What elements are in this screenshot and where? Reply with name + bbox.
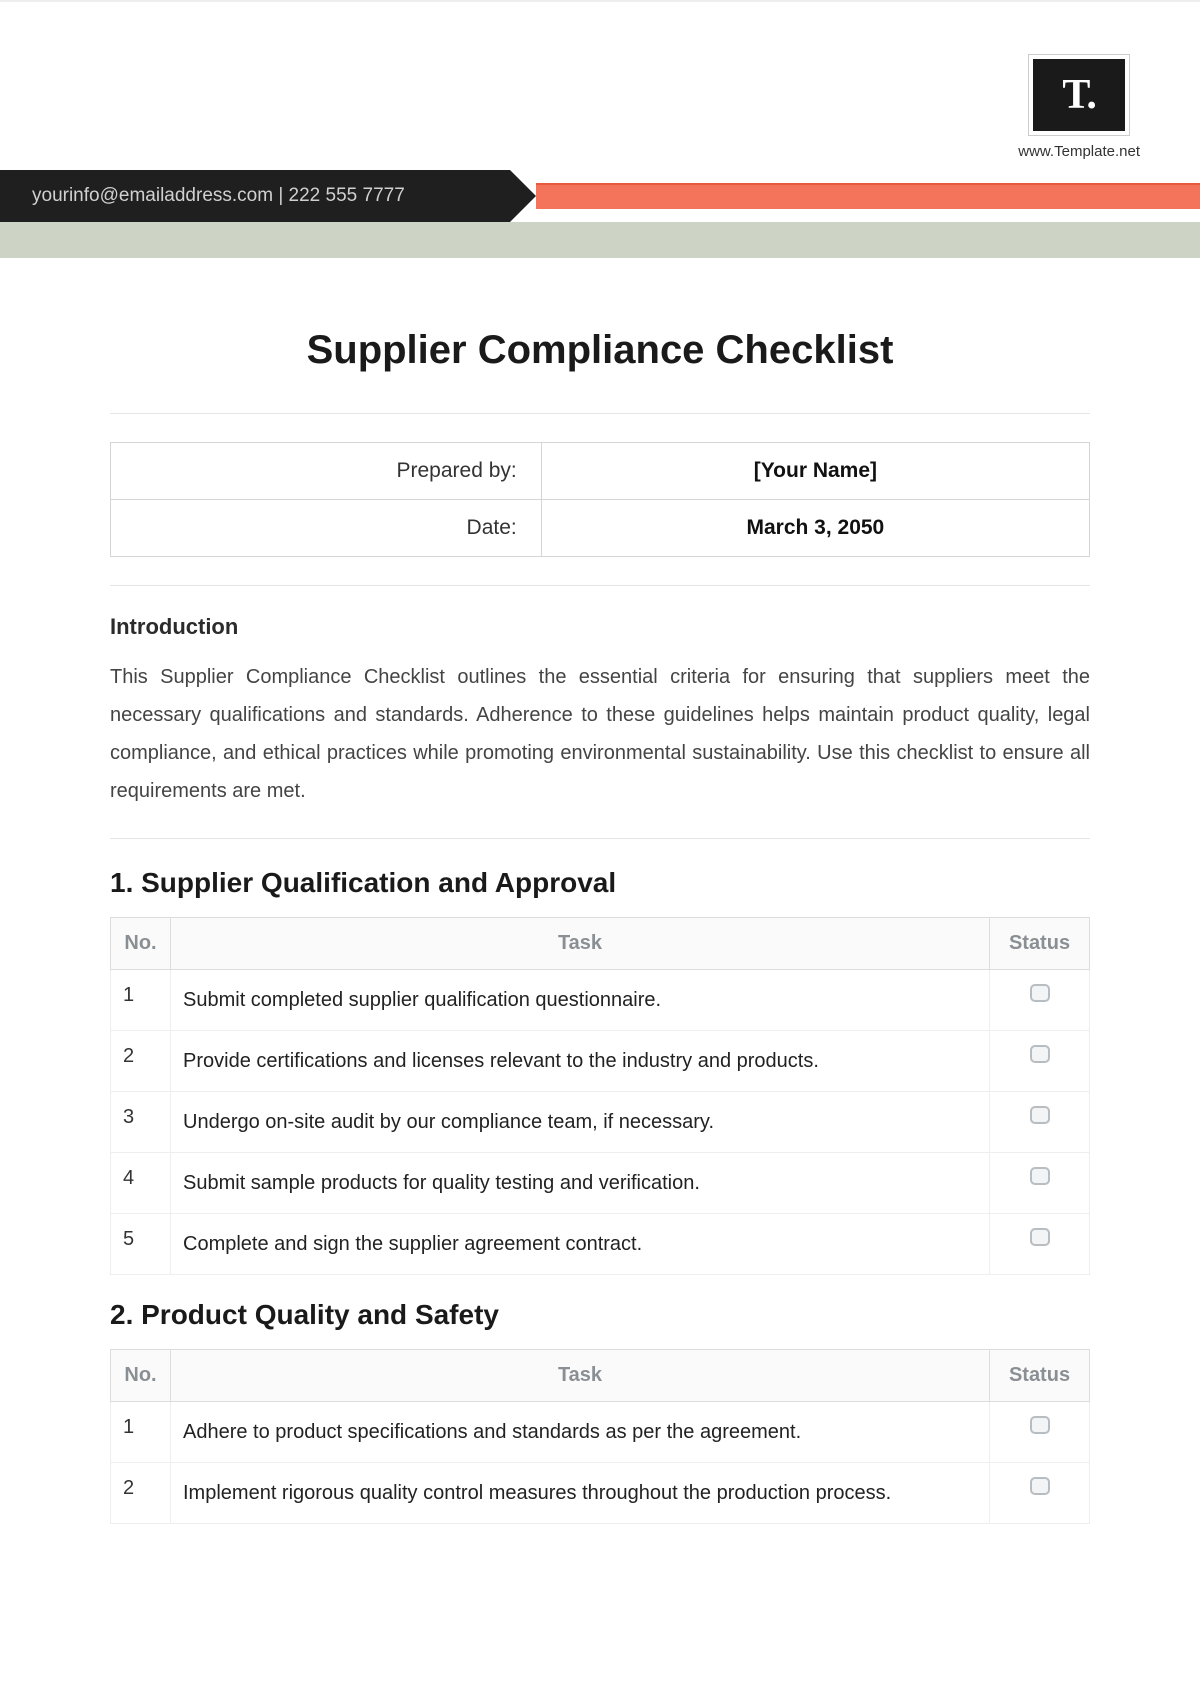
col-task: Task <box>171 1350 990 1402</box>
tasks-table-2: No. Task Status 1 Adhere to product spec… <box>110 1349 1090 1524</box>
row-task: Implement rigorous quality control measu… <box>171 1463 990 1524</box>
prepared-label: Prepared by: <box>111 443 542 500</box>
row-status <box>990 970 1090 1031</box>
row-task: Submit sample products for quality testi… <box>171 1153 990 1214</box>
checkbox-icon[interactable] <box>1030 984 1050 1002</box>
meta-row-date: Date: March 3, 2050 <box>111 500 1090 557</box>
row-no: 3 <box>111 1092 171 1153</box>
table-row: 1 Adhere to product specifications and s… <box>111 1402 1090 1463</box>
intro-text: This Supplier Compliance Checklist outli… <box>110 658 1090 810</box>
logo-icon: T. <box>1029 55 1129 135</box>
row-task: Submit completed supplier qualification … <box>171 970 990 1031</box>
row-task: Adhere to product specifications and sta… <box>171 1402 990 1463</box>
brand-logo-block: T. www.Template.net <box>1018 55 1140 160</box>
checkbox-icon[interactable] <box>1030 1228 1050 1246</box>
row-no: 5 <box>111 1214 171 1275</box>
date-value: March 3, 2050 <box>541 500 1089 557</box>
col-status: Status <box>990 918 1090 970</box>
row-no: 1 <box>111 1402 171 1463</box>
checkbox-icon[interactable] <box>1030 1045 1050 1063</box>
row-no: 2 <box>111 1463 171 1524</box>
content-area: Supplier Compliance Checklist Prepared b… <box>0 258 1200 1564</box>
tasks-table-1: No. Task Status 1 Submit completed suppl… <box>110 917 1090 1275</box>
col-status: Status <box>990 1350 1090 1402</box>
header-ribbon: yourinfo@emailaddress.com | 222 555 7777 <box>0 170 1200 222</box>
row-task: Undergo on-site audit by our compliance … <box>171 1092 990 1153</box>
table-header-row: No. Task Status <box>111 1350 1090 1402</box>
row-status <box>990 1402 1090 1463</box>
contact-ribbon: yourinfo@emailaddress.com | 222 555 7777 <box>0 170 510 222</box>
row-status <box>990 1092 1090 1153</box>
logo-url: www.Template.net <box>1018 143 1140 160</box>
top-margin <box>0 0 1200 40</box>
table-row: 3 Undergo on-site audit by our complianc… <box>111 1092 1090 1153</box>
col-no: No. <box>111 1350 171 1402</box>
intro-heading: Introduction <box>110 614 1090 640</box>
row-task: Complete and sign the supplier agreement… <box>171 1214 990 1275</box>
divider <box>110 585 1090 586</box>
sage-band <box>0 222 1200 258</box>
row-status <box>990 1214 1090 1275</box>
row-no: 2 <box>111 1031 171 1092</box>
col-no: No. <box>111 918 171 970</box>
checkbox-icon[interactable] <box>1030 1477 1050 1495</box>
col-task: Task <box>171 918 990 970</box>
table-row: 5 Complete and sign the supplier agreeme… <box>111 1214 1090 1275</box>
row-status <box>990 1463 1090 1524</box>
table-row: 4 Submit sample products for quality tes… <box>111 1153 1090 1214</box>
row-status <box>990 1031 1090 1092</box>
row-task: Provide certifications and licenses rele… <box>171 1031 990 1092</box>
row-no: 1 <box>111 970 171 1031</box>
meta-table: Prepared by: [Your Name] Date: March 3, … <box>110 442 1090 557</box>
document-page: T. www.Template.net yourinfo@emailaddres… <box>0 0 1200 1700</box>
table-row: 2 Implement rigorous quality control mea… <box>111 1463 1090 1524</box>
prepared-value: [Your Name] <box>541 443 1089 500</box>
row-no: 4 <box>111 1153 171 1214</box>
table-header-row: No. Task Status <box>111 918 1090 970</box>
logo-letter: T. <box>1062 71 1095 119</box>
contact-text: yourinfo@emailaddress.com | 222 555 7777 <box>32 185 405 207</box>
section-heading-2: 2. Product Quality and Safety <box>110 1299 1090 1331</box>
table-row: 1 Submit completed supplier qualificatio… <box>111 970 1090 1031</box>
checkbox-icon[interactable] <box>1030 1416 1050 1434</box>
meta-row-prepared: Prepared by: [Your Name] <box>111 443 1090 500</box>
row-status <box>990 1153 1090 1214</box>
section-heading-1: 1. Supplier Qualification and Approval <box>110 867 1090 899</box>
table-row: 2 Provide certifications and licenses re… <box>111 1031 1090 1092</box>
checkbox-icon[interactable] <box>1030 1167 1050 1185</box>
divider <box>110 413 1090 414</box>
date-label: Date: <box>111 500 542 557</box>
checkbox-icon[interactable] <box>1030 1106 1050 1124</box>
divider <box>110 838 1090 839</box>
page-title: Supplier Compliance Checklist <box>110 328 1090 373</box>
accent-bar <box>536 183 1200 209</box>
